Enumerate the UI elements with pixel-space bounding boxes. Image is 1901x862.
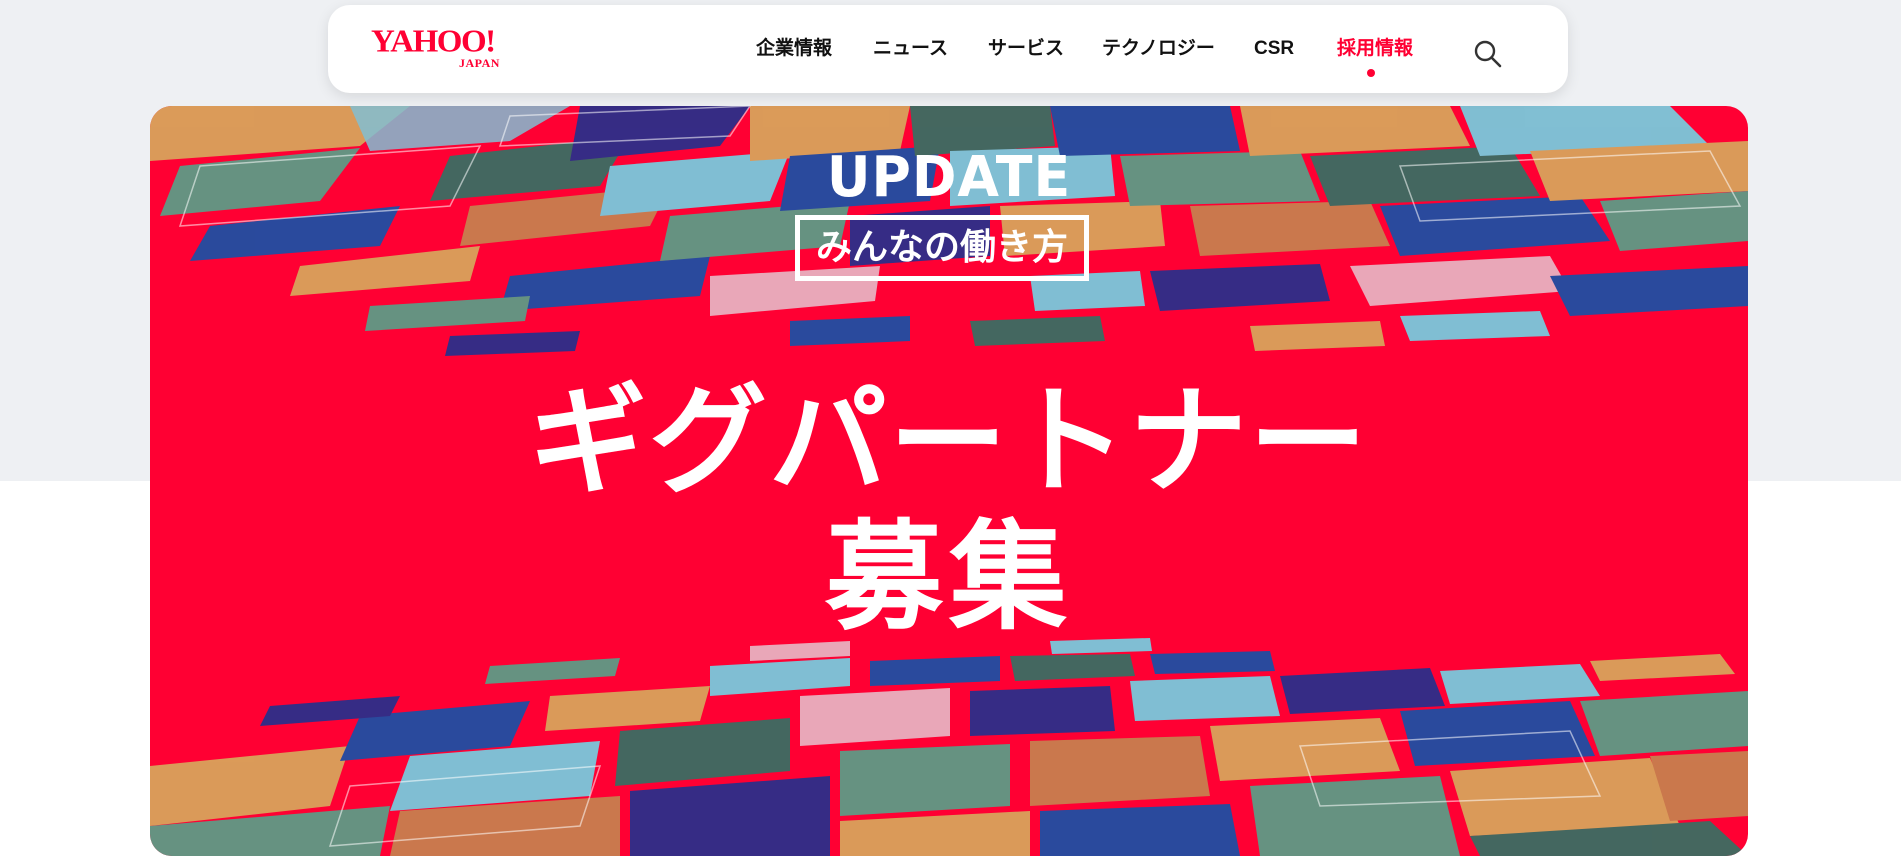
hero-title: ギグパートナー xyxy=(528,372,1369,510)
hero-boxed-label: みんなの働き方 xyxy=(795,215,1089,281)
nav-item-recruit[interactable]: 採用情報 xyxy=(1337,39,1413,58)
global-nav: 企業情報 ニュース サービス テクノロジー CSR 採用情報 xyxy=(328,5,1568,93)
hero-subtitle: 募集 xyxy=(824,508,1073,646)
hero-banner[interactable]: UPDATE みんなの働き方 ギグパートナー 募集 xyxy=(150,106,1748,856)
search-icon xyxy=(1474,40,1502,68)
nav-item-services[interactable]: サービス xyxy=(988,39,1064,58)
nav-item-technology[interactable]: テクノロジー xyxy=(1102,39,1215,58)
nav-item-csr[interactable]: CSR xyxy=(1254,39,1294,58)
hero-kicker: UPDATE xyxy=(826,145,1072,210)
search-button[interactable] xyxy=(1471,37,1505,71)
site-header: YAHOO! JAPAN 企業情報 ニュース サービス テクノロジー CSR 採… xyxy=(328,5,1568,93)
active-indicator-dot xyxy=(1367,69,1375,77)
nav-item-corporate-info[interactable]: 企業情報 xyxy=(756,39,832,58)
nav-item-news[interactable]: ニュース xyxy=(873,39,948,58)
